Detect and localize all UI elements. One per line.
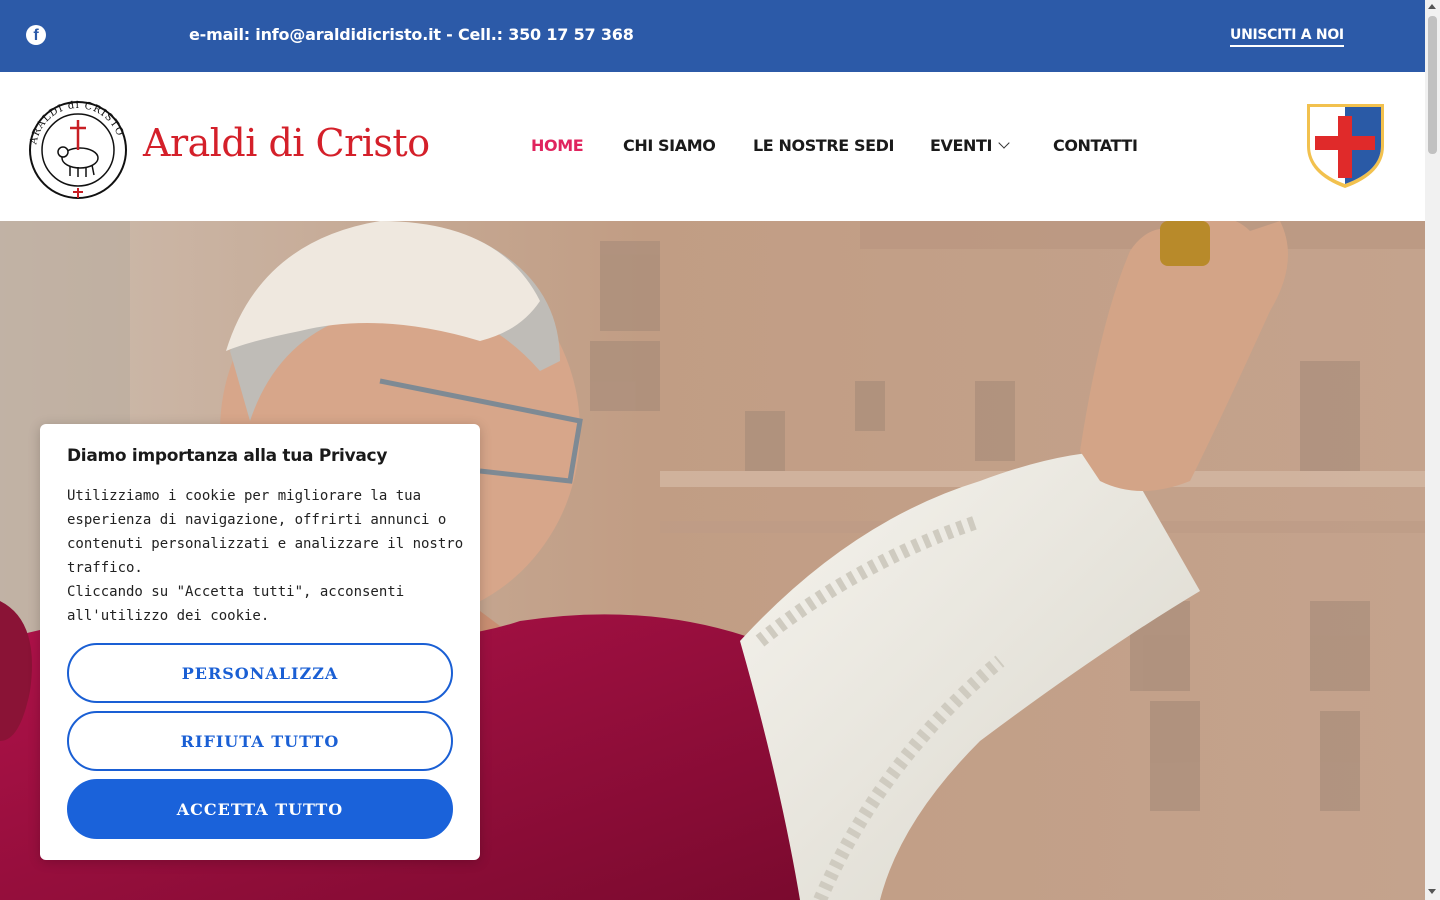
nav-contatti[interactable]: CONTATTI [1053,136,1138,155]
cookie-consent-banner: Diamo importanza alla tua Privacy Utiliz… [40,424,480,860]
nav-eventi-label: EVENTI [930,136,993,155]
scroll-up-arrow-icon[interactable] [1428,4,1436,9]
contact-info: e-mail: info@araldidicristo.it - Cell.: … [189,25,634,44]
cookie-description: Utilizziamo i cookie per migliorare la t… [67,484,467,628]
logo-seal-icon[interactable]: ARALDI di CRISTO [28,100,128,200]
cookie-paragraph-1: Utilizziamo i cookie per migliorare la t… [67,488,464,576]
join-us-link[interactable]: UNISCITI A NOI [1230,27,1344,47]
shield-crest-icon [1307,104,1384,188]
cookie-paragraph-2: Cliccando su "Accetta tutti", acconsenti… [67,584,405,624]
nav-eventi[interactable]: EVENTI [930,136,1010,155]
nav-le-nostre-sedi[interactable]: LE NOSTRE SEDI [753,136,894,155]
nav-home[interactable]: HOME [531,136,584,155]
site-logo-text[interactable]: Araldi di Cristo [143,121,430,165]
top-bar: f e-mail: info@araldidicristo.it - Cell.… [0,0,1425,72]
cookie-title: Diamo importanza alla tua Privacy [67,446,388,466]
chevron-down-icon [998,137,1010,149]
facebook-glyph: f [33,27,39,44]
page-scrollbar[interactable] [1425,0,1440,900]
scroll-down-arrow-icon[interactable] [1428,889,1436,894]
facebook-icon[interactable]: f [26,25,46,45]
nav-chi-siamo[interactable]: CHI SIAMO [623,136,716,155]
accept-all-button[interactable]: ACCETTA TUTTO [67,779,453,839]
site-header: ARALDI di CRISTO Araldi di Cristo HOME C… [0,72,1425,221]
reject-all-button[interactable]: RIFIUTA TUTTO [67,711,453,771]
scrollbar-thumb[interactable] [1428,16,1437,154]
customize-button[interactable]: PERSONALIZZA [67,643,453,703]
